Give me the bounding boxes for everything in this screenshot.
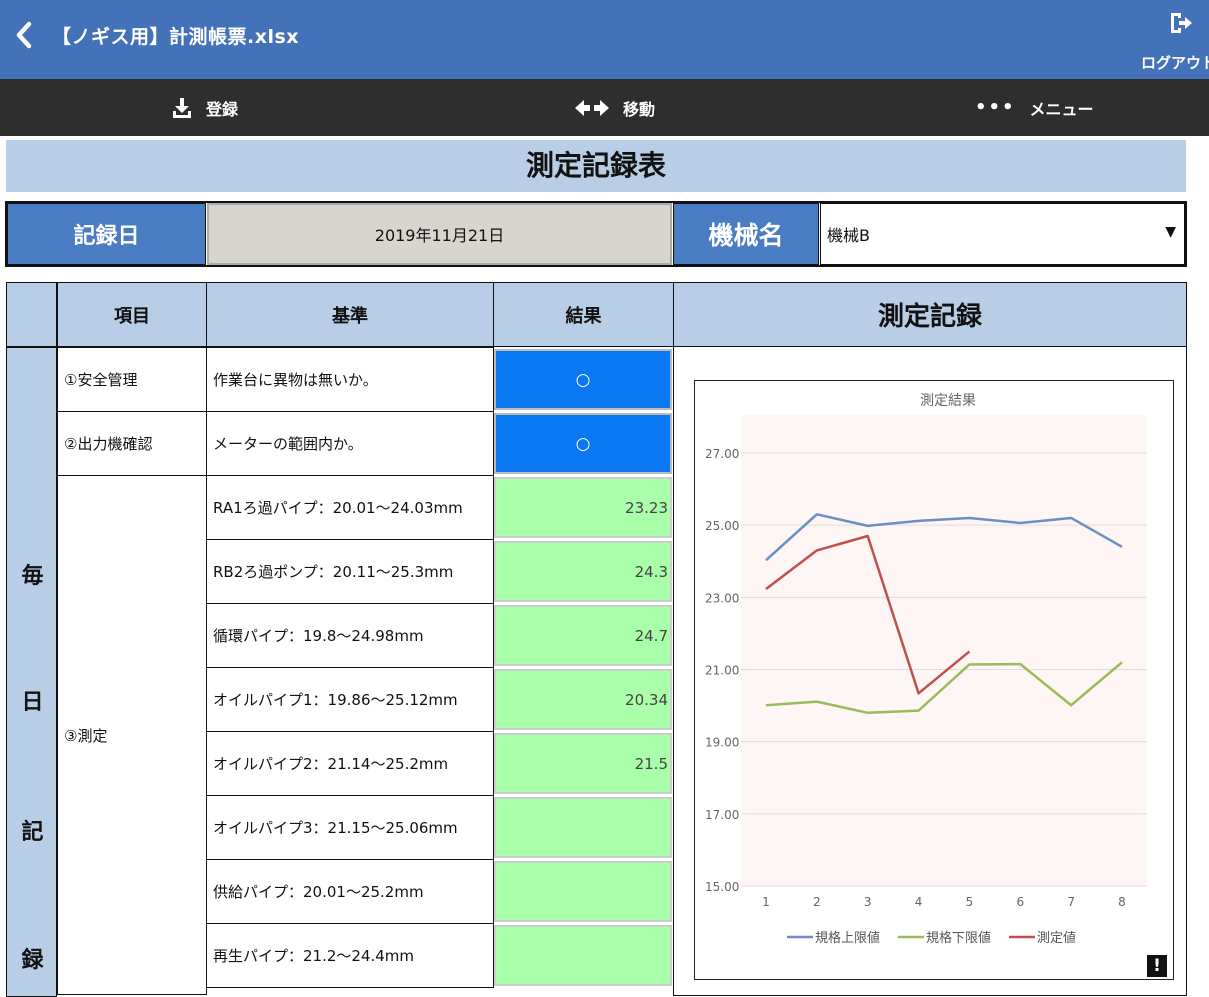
register-label: 登録 — [206, 99, 239, 119]
y-tick-label: 19.00 — [705, 736, 739, 750]
table-row-item: ①安全管理 — [57, 347, 207, 412]
y-tick-label: 21.00 — [705, 664, 739, 678]
measure-result-input[interactable]: 21.5 — [494, 733, 672, 794]
toolbar: 登録 移動 ••• メニュー — [0, 79, 1209, 136]
table-row-standard: メーターの範囲内か。 — [206, 411, 494, 476]
back-icon[interactable] — [10, 18, 38, 52]
measure-result-input[interactable] — [494, 861, 672, 922]
x-tick-label: 8 — [1118, 895, 1126, 909]
measure-result-input[interactable] — [494, 925, 672, 986]
dropdown-arrow-icon: ▼ — [1165, 224, 1176, 240]
warning-icon[interactable]: ! — [1147, 955, 1167, 977]
y-tick-label: 27.00 — [705, 447, 739, 461]
file-title: 【ノギス用】計測帳票.xlsx — [52, 26, 300, 48]
machine-select[interactable]: 機械B ▼ — [820, 203, 1185, 265]
x-tick-label: 1 — [762, 895, 770, 909]
move-button[interactable]: 移動 — [575, 79, 655, 136]
measure-result-input[interactable]: 23.23 — [494, 477, 672, 538]
move-label: 移動 — [623, 99, 656, 119]
legend-label: 規格上限値 — [815, 930, 880, 946]
measure-result-input[interactable] — [494, 797, 672, 858]
standard-header: 基準 — [206, 282, 494, 347]
chart-title: 測定結果 — [920, 393, 976, 409]
y-tick-label: 17.00 — [705, 808, 739, 822]
logout-button[interactable]: ログアウト — [1139, 10, 1209, 72]
x-tick-label: 5 — [966, 895, 974, 909]
daily-record-label: 毎 日 記 録 — [6, 347, 57, 997]
measure-standard: RB2ろ過ポンプ：20.11～25.3mm — [206, 539, 494, 604]
side-char: 日 — [21, 690, 44, 715]
item-header: 項目 — [57, 282, 207, 347]
measure-result-input[interactable]: 20.34 — [494, 669, 672, 730]
x-tick-label: 2 — [813, 895, 821, 909]
logout-icon — [1171, 13, 1192, 33]
x-tick-label: 4 — [915, 895, 923, 909]
measurement-chart: 測定結果 15.00 17.00 19.00 21.00 23.00 25.00 27.00 1… — [694, 380, 1174, 980]
menu-label: メニュー — [1029, 99, 1094, 119]
register-button[interactable]: 登録 — [172, 79, 238, 136]
x-tick-label: 3 — [864, 895, 872, 909]
legend-label: 規格下限値 — [926, 930, 991, 946]
logout-label: ログアウト — [1141, 54, 1209, 72]
plot-area — [741, 415, 1147, 886]
y-tick-label: 15.00 — [705, 880, 739, 894]
y-tick-label: 25.00 — [705, 519, 739, 533]
measure-standard: RA1ろ過パイプ：20.01～24.03mm — [206, 475, 494, 540]
ellipsis-icon: ••• — [975, 97, 1016, 118]
record-date-label: 記録日 — [7, 203, 206, 265]
table-row-item: ②出力機確認 — [57, 411, 207, 476]
chart-svg: 測定結果 15.00 17.00 19.00 21.00 23.00 25.00 27.00 1… — [705, 393, 1147, 946]
x-tick-label: 7 — [1067, 895, 1075, 909]
y-tick-label: 23.00 — [705, 591, 739, 605]
measure-standard: オイルパイプ1：19.86～25.12mm — [206, 667, 494, 732]
table-row-standard: 作業台に異物は無いか。 — [206, 347, 494, 412]
measure-standard: オイルパイプ3：21.15～25.06mm — [206, 795, 494, 860]
title-bar: 【ノギス用】計測帳票.xlsx ログアウト — [0, 0, 1209, 79]
machine-label: 機械名 — [673, 203, 819, 265]
measure-standard: 再生パイプ：21.2～24.4mm — [206, 923, 494, 988]
measure-standard: 循環パイプ：19.8～24.98mm — [206, 603, 494, 668]
corner-header — [6, 282, 57, 347]
legend-label: 測定値 — [1037, 930, 1076, 946]
sheet-title: 測定記録表 — [6, 140, 1186, 192]
result-check-cell[interactable]: ○ — [494, 349, 672, 410]
record-date-field[interactable]: 2019年11月21日 — [207, 203, 672, 265]
measure-standard: 供給パイプ：20.01～25.2mm — [206, 859, 494, 924]
measure-result-input[interactable]: 24.7 — [494, 605, 672, 666]
measure-result-input[interactable]: 24.3 — [494, 541, 672, 602]
result-check-cell[interactable]: ○ — [494, 413, 672, 474]
result-header: 結果 — [493, 282, 674, 347]
x-tick-label: 6 — [1016, 895, 1024, 909]
download-icon — [173, 97, 191, 118]
left-right-arrows-icon — [575, 99, 609, 116]
side-char: 毎 — [21, 564, 44, 589]
side-char: 録 — [21, 948, 44, 973]
side-char: 記 — [21, 820, 44, 845]
menu-button[interactable]: ••• メニュー — [975, 79, 1094, 136]
measure-standard: オイルパイプ2：21.14～25.2mm — [206, 731, 494, 796]
machine-value: 機械B — [827, 226, 870, 245]
chart-header: 測定記録 — [673, 282, 1187, 347]
measure-item: ③測定 — [57, 475, 207, 995]
